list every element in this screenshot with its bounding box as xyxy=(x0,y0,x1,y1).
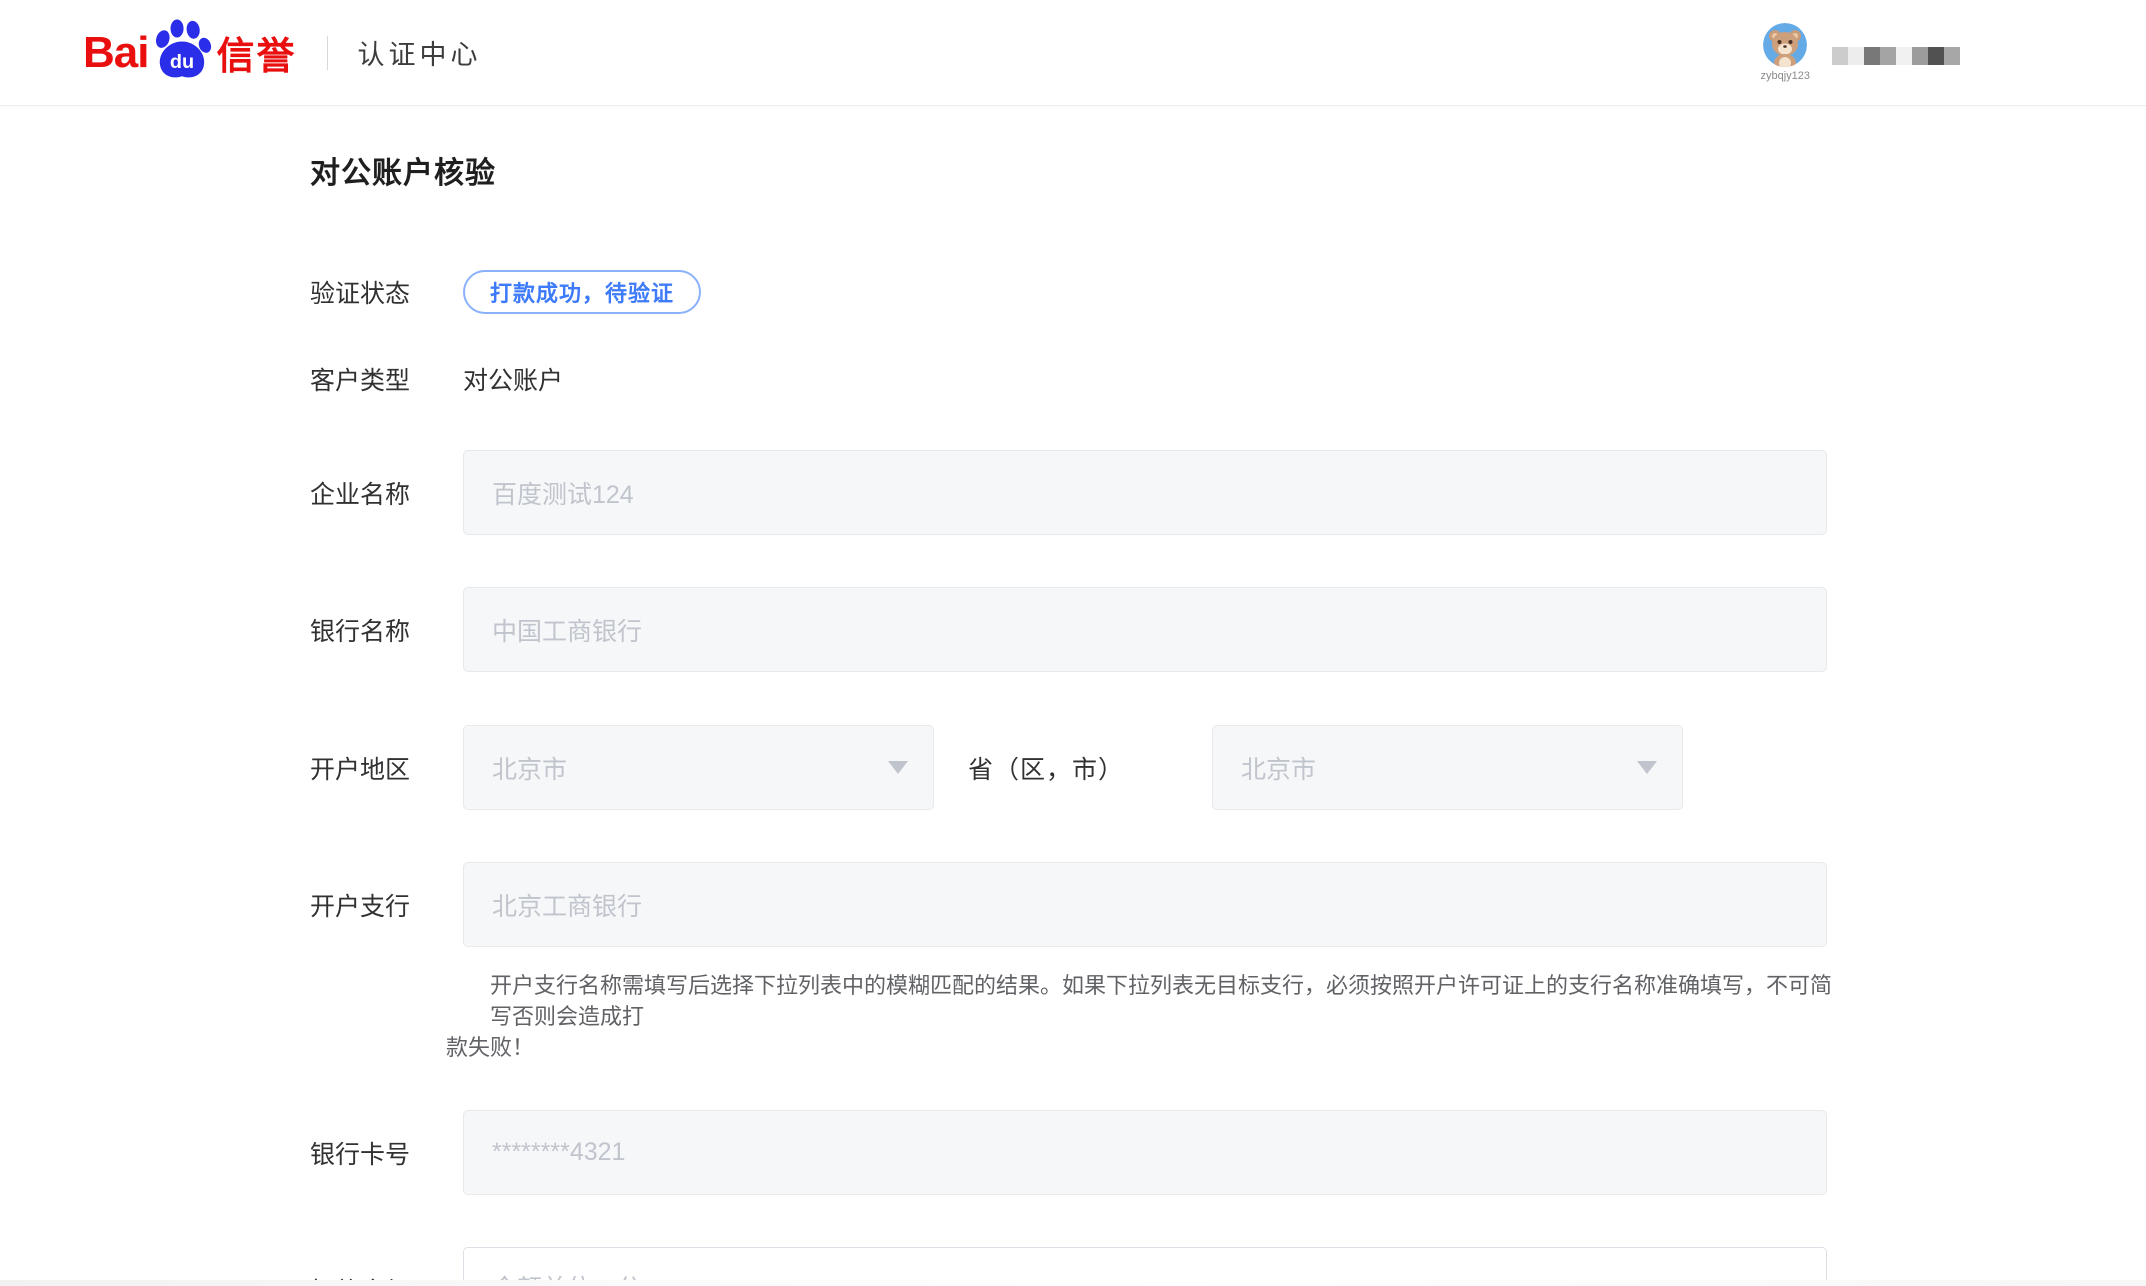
logo-text-du: du xyxy=(170,51,194,73)
city-select-value: 北京市 xyxy=(1241,750,1316,786)
chevron-down-icon xyxy=(888,761,908,774)
customer-type-label: 客户类型 xyxy=(310,361,463,397)
status-badge: 打款成功，待验证 xyxy=(463,270,701,314)
province-select[interactable]: 北京市 xyxy=(463,725,934,810)
province-select-value: 北京市 xyxy=(492,750,567,786)
customer-type-value: 对公账户 xyxy=(463,361,563,397)
bank-region-row: 开户地区 北京市 省（区，市） 北京市 xyxy=(310,725,2146,810)
city-select[interactable]: 北京市 xyxy=(1212,725,1683,810)
logo-text-xinyu: 信誉 xyxy=(216,25,296,80)
verify-status-row: 验证状态 打款成功，待验证 xyxy=(310,270,2146,314)
baidu-paw-icon: du xyxy=(151,18,213,80)
bank-region-label: 开户地区 xyxy=(310,750,463,786)
bank-name-label: 银行名称 xyxy=(310,612,463,648)
header-divider xyxy=(327,36,328,70)
province-unit-label: 省（区，市） xyxy=(968,750,1124,786)
header-user-area: zybqjy123 xyxy=(1760,23,1960,82)
verify-status-label: 验证状态 xyxy=(310,274,463,310)
baidu-xinyu-logo[interactable]: Bai du 信誉 xyxy=(83,22,297,84)
branch-row: 开户支行 xyxy=(310,862,2146,947)
account-verification-form: 验证状态 打款成功，待验证 客户类型 对公账户 企业名称 银行名称 开户地区 北… xyxy=(310,270,2146,1286)
customer-type-row: 客户类型 对公账户 xyxy=(310,364,2146,394)
company-name-input[interactable] xyxy=(463,450,1827,535)
user-avatar[interactable] xyxy=(1763,23,1807,67)
card-number-input[interactable] xyxy=(463,1110,1827,1195)
username-label: zybqjy123 xyxy=(1760,70,1810,82)
header: Bai du 信誉 认证中心 xyxy=(0,0,2146,106)
bottom-edge-strip xyxy=(0,1280,2146,1286)
bank-name-input[interactable] xyxy=(463,587,1827,672)
page-title: 对公账户核验 xyxy=(310,148,2146,192)
logo-text-bai: Bai xyxy=(83,28,148,78)
card-number-label: 银行卡号 xyxy=(310,1135,463,1171)
bank-name-row: 银行名称 xyxy=(310,587,2146,672)
branch-label: 开户支行 xyxy=(310,887,463,923)
chevron-down-icon xyxy=(1637,761,1657,774)
company-name-label: 企业名称 xyxy=(310,475,463,511)
card-number-row: 银行卡号 xyxy=(310,1110,2146,1195)
company-name-row: 企业名称 xyxy=(310,450,2146,535)
header-title: 认证中心 xyxy=(358,33,482,72)
branch-help-text: 开户支行名称需填写后选择下拉列表中的模糊匹配的结果。如果下拉列表无目标支行，必须… xyxy=(446,970,1836,1063)
branch-input[interactable] xyxy=(463,862,1827,947)
branch-help-line1: 开户支行名称需填写后选择下拉列表中的模糊匹配的结果。如果下拉列表无目标支行，必须… xyxy=(446,970,1836,1032)
branch-help-line2: 款失败！ xyxy=(446,1032,1836,1063)
redacted-account-info xyxy=(1832,47,1960,65)
